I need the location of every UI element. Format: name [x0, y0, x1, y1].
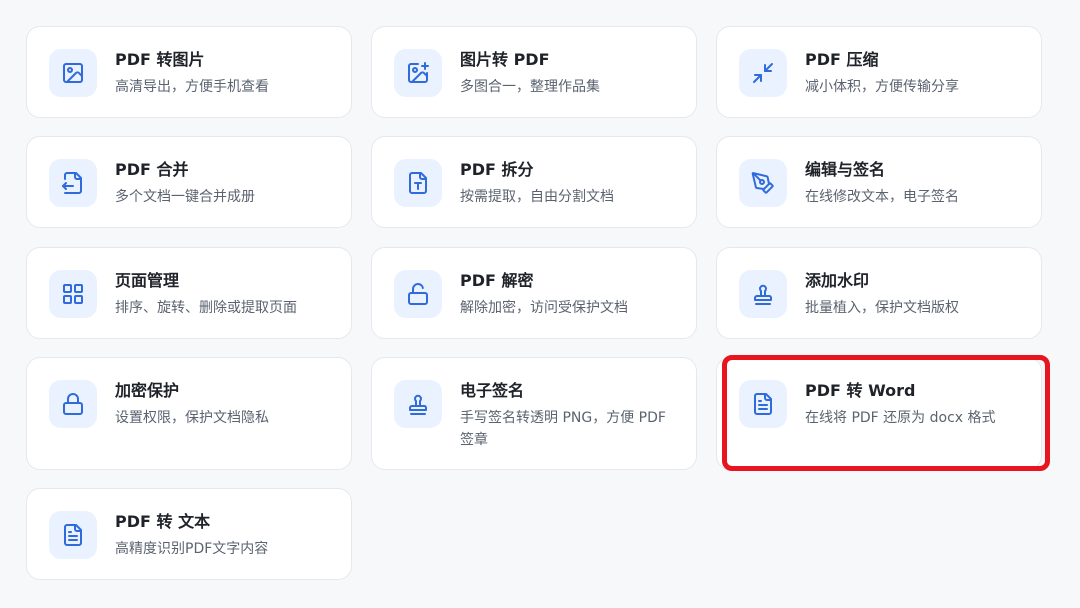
tool-card-pdf-to-word[interactable]: PDF 转 Word 在线将 PDF 还原为 docx 格式 [716, 357, 1042, 470]
tool-description: 设置权限，保护文档隐私 [115, 410, 269, 426]
tool-title: PDF 拆分 [460, 160, 534, 179]
file-merge-icon [49, 159, 97, 207]
tool-card-pdf-to-text[interactable]: PDF 转 文本 高精度识别PDF文字内容 [26, 488, 352, 580]
tool-title: 编辑与签名 [805, 160, 886, 179]
tool-title: 加密保护 [115, 381, 180, 400]
tool-card-pdf-decrypt[interactable]: PDF 解密 解除加密，访问受保护文档 [371, 247, 697, 339]
file-document-icon [739, 380, 787, 428]
tool-card-edit-and-sign[interactable]: 编辑与签名 在线修改文本，电子签名 [716, 136, 1042, 228]
tool-card-e-signature[interactable]: 电子签名 手写签名转透明 PNG，方便 PDF 签章 [371, 357, 697, 470]
tool-title: PDF 压缩 [805, 50, 879, 69]
image-plus-icon [394, 49, 442, 97]
tool-card-pdf-to-image[interactable]: PDF 转图片 高清导出，方便手机查看 [26, 26, 352, 118]
tool-title: PDF 转 文本 [115, 512, 211, 531]
tool-description: 减小体积，方便传输分享 [805, 79, 959, 95]
tool-title: PDF 合并 [115, 160, 189, 179]
tool-description: 解除加密，访问受保护文档 [460, 300, 628, 316]
tool-description: 高清导出，方便手机查看 [115, 79, 269, 95]
tool-description: 在线修改文本，电子签名 [805, 189, 959, 205]
tool-title: 页面管理 [115, 271, 180, 290]
image-icon [49, 49, 97, 97]
tool-card-encrypt-protect[interactable]: 加密保护 设置权限，保护文档隐私 [26, 357, 352, 470]
tool-title: PDF 解密 [460, 271, 534, 290]
tool-title: PDF 转 Word [805, 381, 916, 400]
tool-description: 高精度识别PDF文字内容 [115, 541, 269, 557]
tool-card-image-to-pdf[interactable]: 图片转 PDF 多图合一，整理作品集 [371, 26, 697, 118]
tool-title: 电子签名 [460, 381, 525, 400]
lock-icon [49, 380, 97, 428]
tool-description: 多个文档一键合并成册 [115, 189, 255, 205]
tool-card-add-watermark[interactable]: 添加水印 批量植入，保护文档版权 [716, 247, 1042, 339]
tool-description: 排序、旋转、删除或提取页面 [115, 300, 297, 316]
tool-card-pdf-merge[interactable]: PDF 合并 多个文档一键合并成册 [26, 136, 352, 228]
tool-description: 批量植入，保护文档版权 [805, 300, 959, 316]
tool-description: 手写签名转透明 PNG，方便 PDF 签章 [460, 410, 666, 448]
tool-description: 多图合一，整理作品集 [460, 79, 600, 95]
tool-title: 添加水印 [805, 271, 870, 290]
file-text-split-icon [394, 159, 442, 207]
tool-description: 按需提取，自由分割文档 [460, 189, 614, 205]
file-document-icon [49, 511, 97, 559]
stamp-icon [394, 380, 442, 428]
tool-card-page-management[interactable]: 页面管理 排序、旋转、删除或提取页面 [26, 247, 352, 339]
compress-arrows-icon [739, 49, 787, 97]
grid-icon [49, 270, 97, 318]
unlock-icon [394, 270, 442, 318]
tool-title: 图片转 PDF [460, 50, 550, 69]
tool-card-pdf-split[interactable]: PDF 拆分 按需提取，自由分割文档 [371, 136, 697, 228]
stamp-icon [739, 270, 787, 318]
pen-tool-icon [739, 159, 787, 207]
tool-title: PDF 转图片 [115, 50, 205, 69]
tool-description: 在线将 PDF 还原为 docx 格式 [805, 410, 996, 426]
tool-card-pdf-compress[interactable]: PDF 压缩 减小体积，方便传输分享 [716, 26, 1042, 118]
